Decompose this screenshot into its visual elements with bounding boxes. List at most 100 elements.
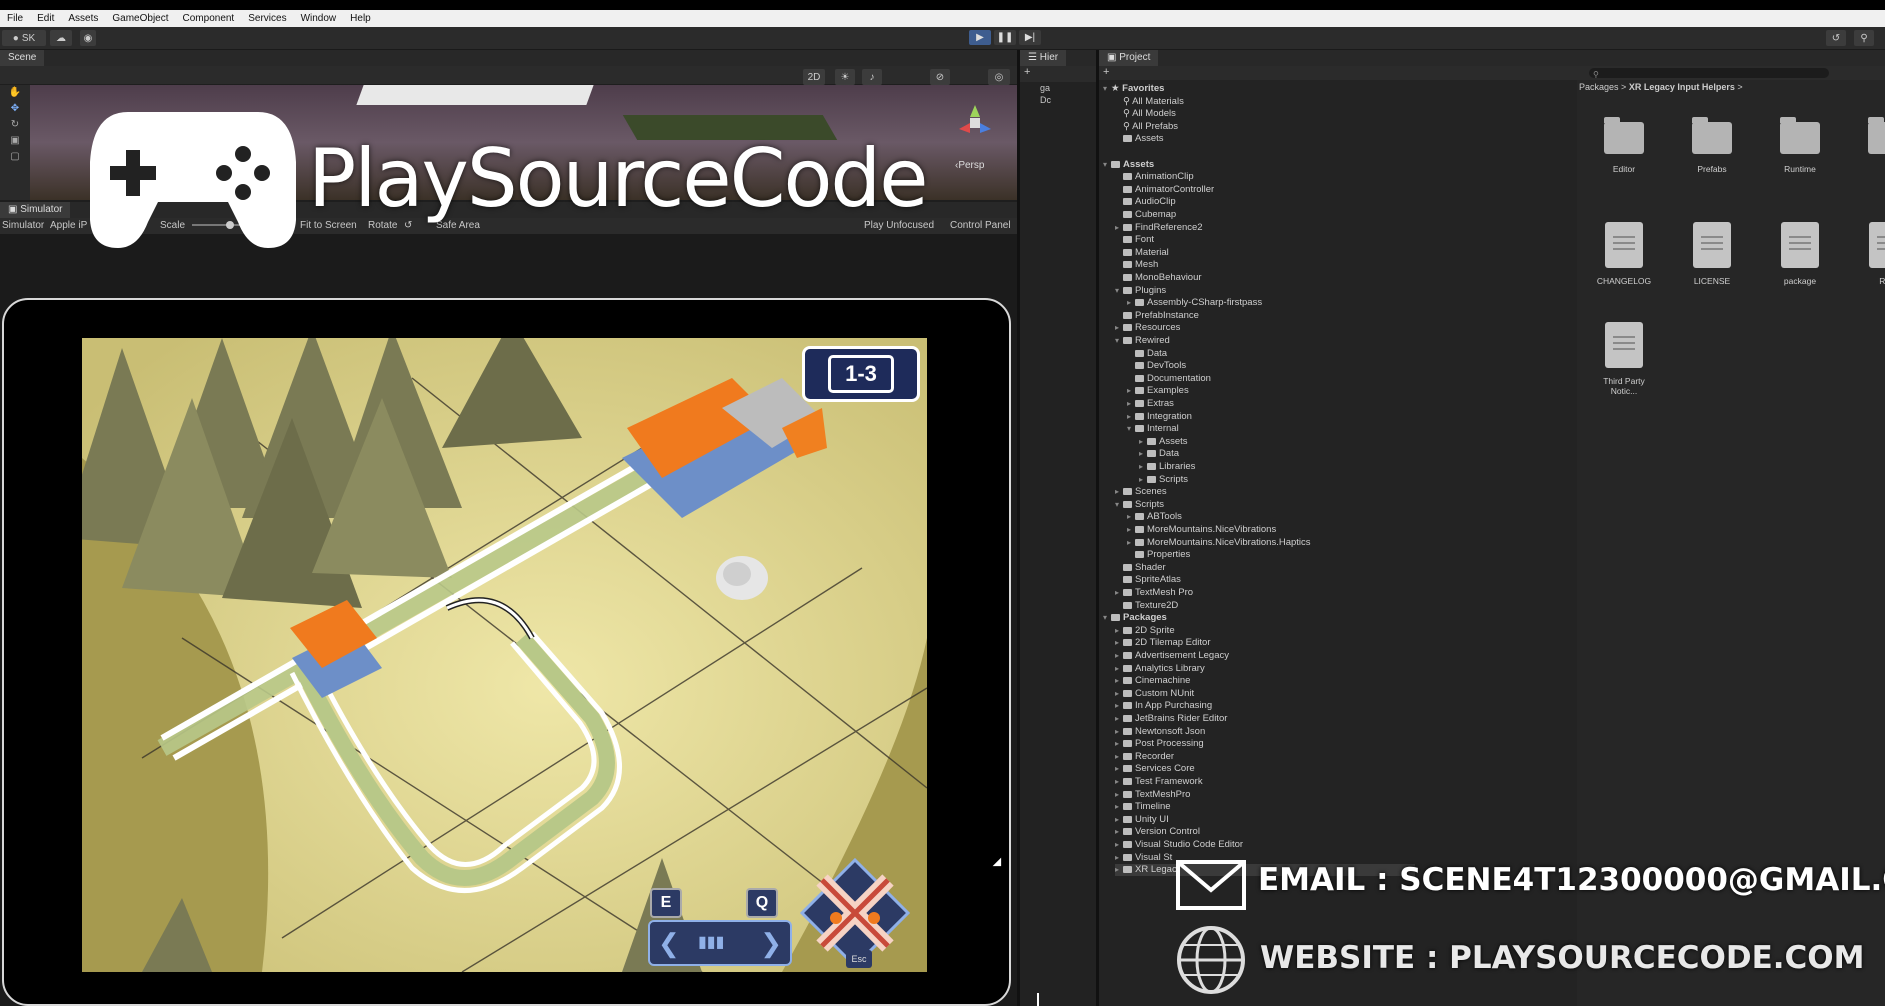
menu-item-assets[interactable]: Assets [61,13,105,24]
tree-item[interactable]: ▸ Integration [1127,411,1192,423]
grid-folder-item[interactable]: Prefabs [1677,117,1747,174]
expand-arrow-icon[interactable]: ▸ [1127,511,1135,523]
menu-item-component[interactable]: Component [176,13,242,24]
tree-item[interactable]: MonoBehaviour [1115,272,1202,284]
expand-arrow-icon[interactable]: ▸ [1115,814,1123,826]
tree-item[interactable]: ▸ TextMeshPro [1115,789,1190,801]
breadcrumb-item-current[interactable]: XR Legacy Input Helpers [1629,82,1735,92]
expand-arrow-icon[interactable]: ▸ [1115,625,1123,637]
switch-track-button[interactable]: ❮ ▮▮▮ ❯ [648,920,792,966]
grid-file-item[interactable]: LICENSE [1677,222,1747,286]
menu-item-help[interactable]: Help [343,13,378,24]
expand-arrow-icon[interactable]: ▸ [1127,297,1135,309]
grid-file-item[interactable]: REA [1853,222,1885,286]
hidden-icon[interactable]: ⊘ [930,69,950,85]
tree-item[interactable]: ▸ Examples [1127,385,1189,397]
expand-arrow-icon[interactable]: ▸ [1139,461,1147,473]
expand-arrow-icon[interactable]: ▸ [1115,776,1123,788]
expand-arrow-icon[interactable]: ▸ [1115,852,1123,864]
scale-tool-icon[interactable]: ▣ [0,133,30,149]
grid-file-item[interactable]: Third Party Notic... [1589,322,1659,396]
audio-icon[interactable]: ♪ [862,69,882,85]
expand-arrow-icon[interactable]: ▾ [1115,335,1123,347]
tree-item[interactable]: ⚲ All Models [1115,108,1176,120]
expand-arrow-icon[interactable]: ▸ [1115,650,1123,662]
expand-arrow-icon[interactable]: ▸ [1115,675,1123,687]
menu-item-services[interactable]: Services [241,13,293,24]
tree-item[interactable]: ▸ In App Purchasing [1115,700,1212,712]
step-button[interactable]: ▶| [1019,30,1041,45]
expand-arrow-icon[interactable]: ▸ [1127,524,1135,536]
tree-item[interactable]: ▾ Rewired [1115,335,1170,347]
tree-item[interactable]: ▸ Timeline [1115,801,1171,813]
device-select[interactable]: Apple iP [50,220,87,231]
tree-item[interactable]: Shader [1115,562,1166,574]
collab-icon[interactable]: ◉ [80,30,96,46]
expand-arrow-icon[interactable]: ▸ [1115,587,1123,599]
history-icon[interactable]: ↺ [1826,30,1846,46]
control-panel-button[interactable]: Control Panel [950,220,1011,231]
grid-file-item[interactable]: package [1765,222,1835,286]
rotate-tool-icon[interactable]: ↻ [0,117,30,133]
pause-button[interactable]: ❚❚ [994,30,1016,45]
rect-tool-icon[interactable]: ▢ [0,149,30,165]
tree-item[interactable]: ▸ Post Processing [1115,738,1204,750]
view-2d-button[interactable]: 2D [803,69,825,85]
tree-item[interactable]: ▸ JetBrains Rider Editor [1115,713,1227,725]
tree-item[interactable]: ▸ Cinemachine [1115,675,1190,687]
tree-item[interactable]: ▸ MoreMountains.NiceVibrations.Haptics [1127,537,1311,549]
project-search-input[interactable]: ⚲ [1589,68,1829,79]
menu-item-file[interactable]: File [0,13,30,24]
tree-item[interactable]: ▸ Visual St [1115,852,1172,864]
expand-arrow-icon[interactable]: ▸ [1139,436,1147,448]
tree-item[interactable]: ▸ Advertisement Legacy [1115,650,1229,662]
grid-folder-item[interactable]: T [1853,117,1885,174]
tab-simulator[interactable]: ▣ Simulator [0,202,71,218]
hierarchy-row-1[interactable]: ga [1040,82,1096,94]
cloud-icon[interactable]: ☁ [50,30,72,46]
tree-item[interactable]: Font [1115,234,1154,246]
tree-item[interactable]: DevTools [1127,360,1186,372]
expand-arrow-icon[interactable]: ▸ [1115,751,1123,763]
hand-tool-icon[interactable]: ✋ [0,85,30,101]
grid-folder-item[interactable]: Editor [1589,117,1659,174]
expand-arrow-icon[interactable]: ▸ [1127,385,1135,397]
expand-arrow-icon[interactable]: ▸ [1115,222,1123,234]
tree-item[interactable]: ▸ Scripts [1139,474,1188,486]
tree-item[interactable]: ▸ Unity UI [1115,814,1169,826]
tree-item[interactable]: ▾ Plugins [1115,285,1166,297]
menu-item-gameobject[interactable]: GameObject [105,13,175,24]
menu-item-edit[interactable]: Edit [30,13,61,24]
expand-arrow-icon[interactable]: ▸ [1115,738,1123,750]
breadcrumb-item-packages[interactable]: Packages [1579,82,1619,92]
tree-item[interactable]: Cubemap [1115,209,1176,221]
tab-hierarchy[interactable]: ☰ Hier [1020,50,1067,66]
tree-item[interactable]: ▾ Internal [1127,423,1179,435]
scene-gizmo[interactable] [955,103,995,143]
expand-arrow-icon[interactable]: ▸ [1115,826,1123,838]
expand-arrow-icon[interactable]: ▸ [1115,713,1123,725]
tree-item[interactable]: ▾ Scripts [1115,499,1164,511]
tree-item[interactable]: ▸ Version Control [1115,826,1200,838]
gizmos-icon[interactable]: ◎ [988,69,1010,85]
tree-item[interactable]: Texture2D [1115,600,1178,612]
tree-item[interactable]: ▸ Recorder [1115,751,1174,763]
expand-arrow-icon[interactable]: ▸ [1127,411,1135,423]
expand-arrow-icon[interactable]: ▸ [1127,398,1135,410]
expand-arrow-icon[interactable]: ▾ [1103,159,1111,171]
expand-arrow-icon[interactable]: ▸ [1115,486,1123,498]
expand-arrow-icon[interactable]: ▸ [1115,637,1123,649]
tree-item[interactable]: SpriteAtlas [1115,574,1181,586]
tree-item[interactable]: ⚲ All Materials [1115,96,1184,108]
menu-item-window[interactable]: Window [294,13,344,24]
tree-item[interactable]: ▸ Visual Studio Code Editor [1115,839,1243,851]
tree-item[interactable]: ▸ FindReference2 [1115,222,1203,234]
perspective-label[interactable]: ‹Persp [955,160,984,171]
tree-item[interactable]: Documentation [1127,373,1211,385]
tree-item[interactable]: ▾ ★ Favorites [1103,83,1164,95]
expand-arrow-icon[interactable]: ▸ [1139,474,1147,486]
tree-item[interactable]: ▸ Services Core [1115,763,1195,775]
tree-item[interactable]: Properties [1127,549,1190,561]
expand-arrow-icon[interactable]: ▾ [1103,612,1111,624]
expand-arrow-icon[interactable]: ▸ [1127,537,1135,549]
